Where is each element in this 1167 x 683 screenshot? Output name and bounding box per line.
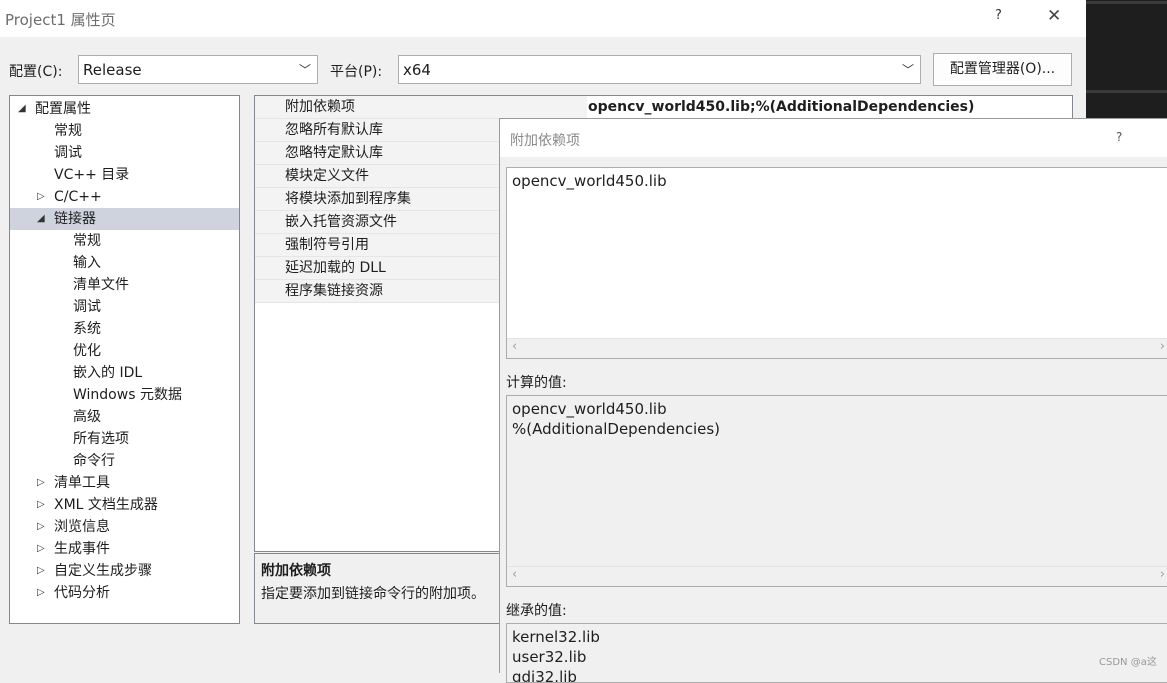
tree-item-label: 清单文件: [73, 277, 129, 293]
tree-item-label: 高级: [73, 409, 101, 425]
tree-item[interactable]: Windows 元数据: [10, 384, 239, 406]
tree-item[interactable]: 优化: [10, 340, 239, 362]
config-manager-button[interactable]: 配置管理器(O)...: [933, 53, 1072, 86]
horizontal-scrollbar[interactable]: ‹ ›: [507, 566, 1167, 586]
inherited-values-label: 继承的值:: [506, 603, 567, 619]
tree-item-label: 配置属性: [35, 101, 91, 117]
tree-item-label: 命令行: [73, 453, 115, 469]
tree-item[interactable]: 高级: [10, 406, 239, 428]
tree-item[interactable]: ▷ 清单工具: [10, 472, 239, 494]
tree-item-label: 输入: [73, 255, 101, 271]
computed-values-label: 计算的值:: [506, 375, 567, 391]
tree-item-label: 代码分析: [54, 585, 110, 601]
dialog-title: 附加依赖项: [510, 133, 580, 149]
tree-item-label: VC++ 目录: [54, 167, 130, 183]
tree-item-label: 自定义生成步骤: [54, 563, 152, 579]
chevron-right-icon[interactable]: ›: [1160, 339, 1165, 354]
platform-dropdown[interactable]: x64 ﹀: [398, 55, 921, 84]
watermark: CSDN @a这: [1099, 657, 1157, 668]
chevron-right-icon[interactable]: ›: [1160, 567, 1165, 582]
tree-item-label: Windows 元数据: [73, 387, 182, 403]
config-value: Release: [83, 61, 142, 79]
tree-item[interactable]: ▷ 生成事件: [10, 538, 239, 560]
inherited-line: user32.lib: [512, 648, 587, 666]
help-icon[interactable]: ?: [995, 8, 1002, 23]
chevron-left-icon[interactable]: ‹: [512, 567, 517, 582]
dependencies-edit-box[interactable]: opencv_world450.lib ‹ ›: [506, 167, 1167, 359]
tree-item-label: 调试: [54, 145, 82, 161]
collapse-arrow-icon[interactable]: ◢: [18, 98, 26, 120]
tree-item[interactable]: ▷ C/C++: [10, 186, 239, 208]
tree-item-label: 常规: [54, 123, 82, 139]
chevron-down-icon: ﹀: [901, 63, 914, 77]
inherited-line: kernel32.lib: [512, 628, 600, 646]
tree-item[interactable]: 输入: [10, 252, 239, 274]
inherited-values-box: kernel32.lib user32.lib gdi32.lib: [506, 623, 1167, 683]
settings-tree[interactable]: ◢ 配置属性 常规 调试 VC++ 目录 ▷ C/C++ ◢ 链接器 常规 输入 清单文件 调试 系统 优化…: [9, 95, 240, 624]
description-title: 附加依赖项: [261, 563, 331, 579]
computed-line: %(AdditionalDependencies): [512, 420, 721, 438]
expand-arrow-icon[interactable]: ▷: [37, 560, 45, 582]
help-icon[interactable]: ?: [1116, 130, 1122, 144]
property-name: 附加依赖项: [255, 96, 587, 118]
tree-item-label: 清单工具: [54, 475, 110, 491]
tree-item-label: 链接器: [54, 211, 96, 227]
edit-line: opencv_world450.lib: [512, 172, 667, 190]
tree-item[interactable]: 调试: [10, 296, 239, 318]
tree-item-label: 调试: [73, 299, 101, 315]
tree-item-label: 所有选项: [73, 431, 129, 447]
description-text: 指定要添加到链接命令行的附加项。: [261, 586, 485, 602]
window-title: Project1 属性页: [5, 11, 116, 29]
tree-item[interactable]: ◢ 配置属性: [10, 98, 239, 120]
tree-item-label: XML 文档生成器: [54, 497, 158, 513]
tree-item-label: 优化: [73, 343, 101, 359]
dialog-title-bar: 附加依赖项 ?: [500, 119, 1167, 157]
tree-item[interactable]: ◢ 链接器: [10, 208, 239, 230]
tree-item[interactable]: ▷ 浏览信息: [10, 516, 239, 538]
tree-item-label: 浏览信息: [54, 519, 110, 535]
divider: [1086, 90, 1167, 93]
tree-item[interactable]: 常规: [10, 120, 239, 142]
expand-arrow-icon[interactable]: ▷: [37, 516, 45, 538]
horizontal-scrollbar[interactable]: ‹ ›: [507, 338, 1167, 358]
tree-item[interactable]: 嵌入的 IDL: [10, 362, 239, 384]
tree-item-label: 嵌入的 IDL: [73, 365, 143, 381]
expand-arrow-icon[interactable]: ▷: [37, 186, 45, 208]
chevron-down-icon: ﹀: [298, 63, 311, 77]
property-value[interactable]: opencv_world450.lib;%(AdditionalDependen…: [588, 96, 974, 118]
tree-item[interactable]: 常规: [10, 230, 239, 252]
tree-item[interactable]: 调试: [10, 142, 239, 164]
tree-item-label: 常规: [73, 233, 101, 249]
tree-item-label: 生成事件: [54, 541, 110, 557]
collapse-arrow-icon[interactable]: ◢: [37, 208, 45, 230]
platform-value: x64: [403, 61, 431, 79]
inherited-line: gdi32.lib: [512, 668, 577, 683]
property-row[interactable]: 附加依赖项 opencv_world450.lib;%(AdditionalDep…: [255, 96, 1072, 119]
tree-item[interactable]: 所有选项: [10, 428, 239, 450]
tree-item-label: 系统: [73, 321, 101, 337]
tree-item[interactable]: 清单文件: [10, 274, 239, 296]
config-dropdown[interactable]: Release ﹀: [78, 55, 318, 84]
tree-item-label: C/C++: [54, 189, 102, 205]
tree-item[interactable]: 命令行: [10, 450, 239, 472]
expand-arrow-icon[interactable]: ▷: [37, 582, 45, 604]
expand-arrow-icon[interactable]: ▷: [37, 538, 45, 560]
config-label: 配置(C):: [9, 64, 63, 80]
title-bar: Project1 属性页 ? ✕: [0, 0, 1086, 37]
close-icon[interactable]: ✕: [1047, 6, 1061, 26]
tree-item[interactable]: 系统: [10, 318, 239, 340]
tree-item[interactable]: VC++ 目录: [10, 164, 239, 186]
tree-item[interactable]: ▷ 自定义生成步骤: [10, 560, 239, 582]
computed-line: opencv_world450.lib: [512, 400, 667, 418]
divider: [1086, 1, 1167, 4]
tree-item[interactable]: ▷ XML 文档生成器: [10, 494, 239, 516]
expand-arrow-icon[interactable]: ▷: [37, 494, 45, 516]
platform-label: 平台(P):: [330, 64, 383, 80]
tree-item[interactable]: ▷ 代码分析: [10, 582, 239, 604]
chevron-left-icon[interactable]: ‹: [512, 339, 517, 354]
expand-arrow-icon[interactable]: ▷: [37, 472, 45, 494]
computed-values-box: opencv_world450.lib %(AdditionalDependen…: [506, 395, 1167, 587]
additional-dependencies-dialog: 附加依赖项 ? opencv_world450.lib ‹ › 计算的值: op…: [499, 118, 1167, 683]
